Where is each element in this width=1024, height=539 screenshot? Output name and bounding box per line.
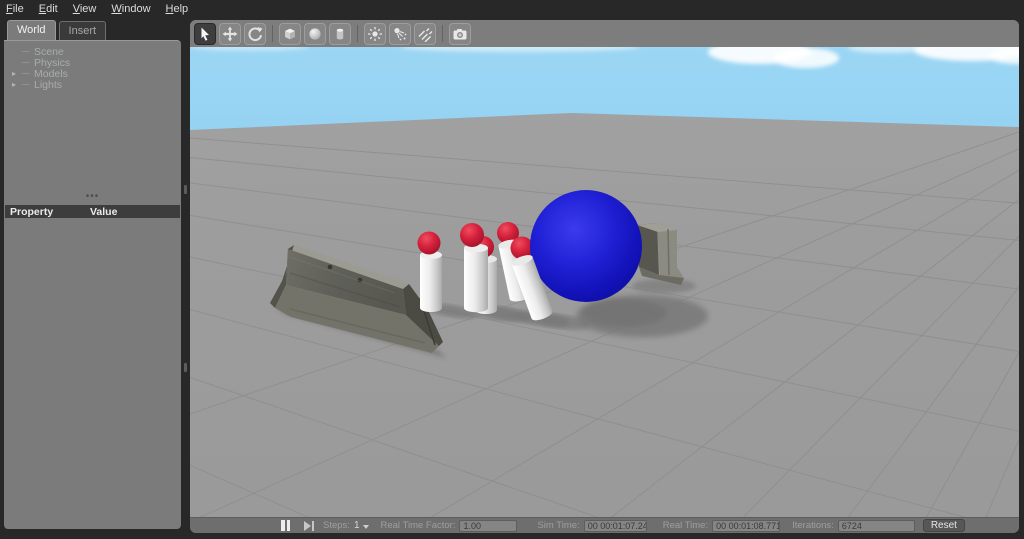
tool-box-button[interactable] <box>279 22 301 45</box>
property-table-header: Property Value <box>5 205 180 218</box>
real-time-factor-field: 1.00 <box>459 519 518 532</box>
render-viewport: Steps: 1 Real Time Factor: 1.00 Sim Time… <box>190 20 1019 533</box>
tool-point-light-button[interactable] <box>364 22 386 45</box>
world-tree: Scene Physics ▸ Models ▸ Lights <box>4 41 181 91</box>
step-button[interactable] <box>303 520 315 532</box>
toolbar-separator <box>442 25 443 42</box>
chevron-right-icon[interactable]: ▸ <box>12 80 22 90</box>
toolbar-separator <box>272 25 273 42</box>
tool-select-button[interactable] <box>194 22 216 45</box>
tool-cylinder-button[interactable] <box>329 22 351 45</box>
iterations-field: 6724 <box>837 519 915 532</box>
tree-item-physics[interactable]: Physics <box>4 57 181 69</box>
bowling-pin-2[interactable] <box>460 223 488 313</box>
pin-ball <box>460 223 484 247</box>
jersey-barrier-right[interactable] <box>637 223 684 285</box>
steps-dropdown-icon[interactable] <box>362 525 369 529</box>
menu-edit[interactable]: Edit <box>39 3 58 15</box>
pause-button[interactable] <box>280 519 291 532</box>
panel-viewport-splitter[interactable] <box>181 20 190 531</box>
tree-item-label: Lights <box>34 78 63 91</box>
tree-item-lights[interactable]: ▸ Lights <box>4 78 181 91</box>
value-column-header: Value <box>90 205 118 218</box>
rotate-icon <box>248 26 263 41</box>
step-icon-bar <box>312 520 314 531</box>
tree-branch-line <box>22 84 30 85</box>
sim-time-field: 00 00:01:07.240 <box>583 519 647 532</box>
menu-file[interactable]: File <box>6 3 24 15</box>
tree-item-scene[interactable]: Scene <box>4 46 181 58</box>
tree-branch-line <box>22 73 30 74</box>
real-time-label: Real Time: <box>662 520 709 531</box>
toolbar-separator <box>357 25 358 42</box>
tab-insert[interactable]: Insert <box>58 21 107 40</box>
menu-view[interactable]: View <box>73 3 97 15</box>
iterations-label: Iterations: <box>792 520 834 531</box>
simulation-status-bar: Steps: 1 Real Time Factor: 1.00 Sim Time… <box>190 517 1019 533</box>
property-column-header: Property <box>10 205 54 218</box>
world-panel: World Insert Scene Physics ▸ Models ▸ Li… <box>4 17 181 529</box>
steps-value[interactable]: 1 <box>354 520 360 531</box>
tree-branch-line <box>22 62 30 63</box>
blue-sphere[interactable] <box>530 190 642 302</box>
pin-ball <box>417 231 441 255</box>
select-arrow-icon <box>201 27 209 41</box>
tool-rotate-button[interactable] <box>244 22 266 45</box>
reset-button[interactable]: Reset <box>922 519 965 532</box>
property-panel-splitter[interactable]: ••• <box>4 192 181 202</box>
tool-sphere-button[interactable] <box>304 22 326 45</box>
menu-bar: File Edit View Window Help <box>0 0 1024 17</box>
tool-spot-light-button[interactable] <box>389 22 411 45</box>
spot-light-icon <box>394 27 407 40</box>
panel-body: Scene Physics ▸ Models ▸ Lights ••• Prop… <box>4 40 181 529</box>
menu-window[interactable]: Window <box>111 3 150 15</box>
bowling-pin-1[interactable] <box>417 231 443 313</box>
steps-label: Steps: <box>323 520 350 531</box>
translate-icon <box>222 26 238 41</box>
sphere-icon <box>309 27 321 40</box>
step-icon <box>304 520 311 531</box>
directional-light-icon <box>418 27 433 42</box>
chevron-right-icon[interactable]: ▸ <box>12 69 22 79</box>
scene-3d-view[interactable] <box>190 47 1019 517</box>
tree-branch-line <box>22 51 30 52</box>
panel-tab-bar: World Insert <box>4 17 181 40</box>
tool-directional-light-button[interactable] <box>414 22 436 45</box>
tool-translate-button[interactable] <box>219 22 241 45</box>
render-toolbar <box>190 20 1019 47</box>
splitter-grip <box>184 363 187 372</box>
tree-item-models[interactable]: ▸ Models <box>4 68 181 80</box>
camera-icon <box>453 28 467 39</box>
menu-help[interactable]: Help <box>166 3 189 15</box>
real-time-factor-label: Real Time Factor: <box>380 520 456 531</box>
real-time-field: 00 00:01:08.771 <box>712 519 781 532</box>
box-icon <box>285 28 295 39</box>
splitter-grip <box>184 185 187 194</box>
tab-world[interactable]: World <box>7 20 56 40</box>
point-light-icon <box>368 26 382 41</box>
tool-screenshot-button[interactable] <box>449 22 471 45</box>
cylinder-icon <box>336 28 344 39</box>
sim-time-label: Sim Time: <box>537 520 580 531</box>
